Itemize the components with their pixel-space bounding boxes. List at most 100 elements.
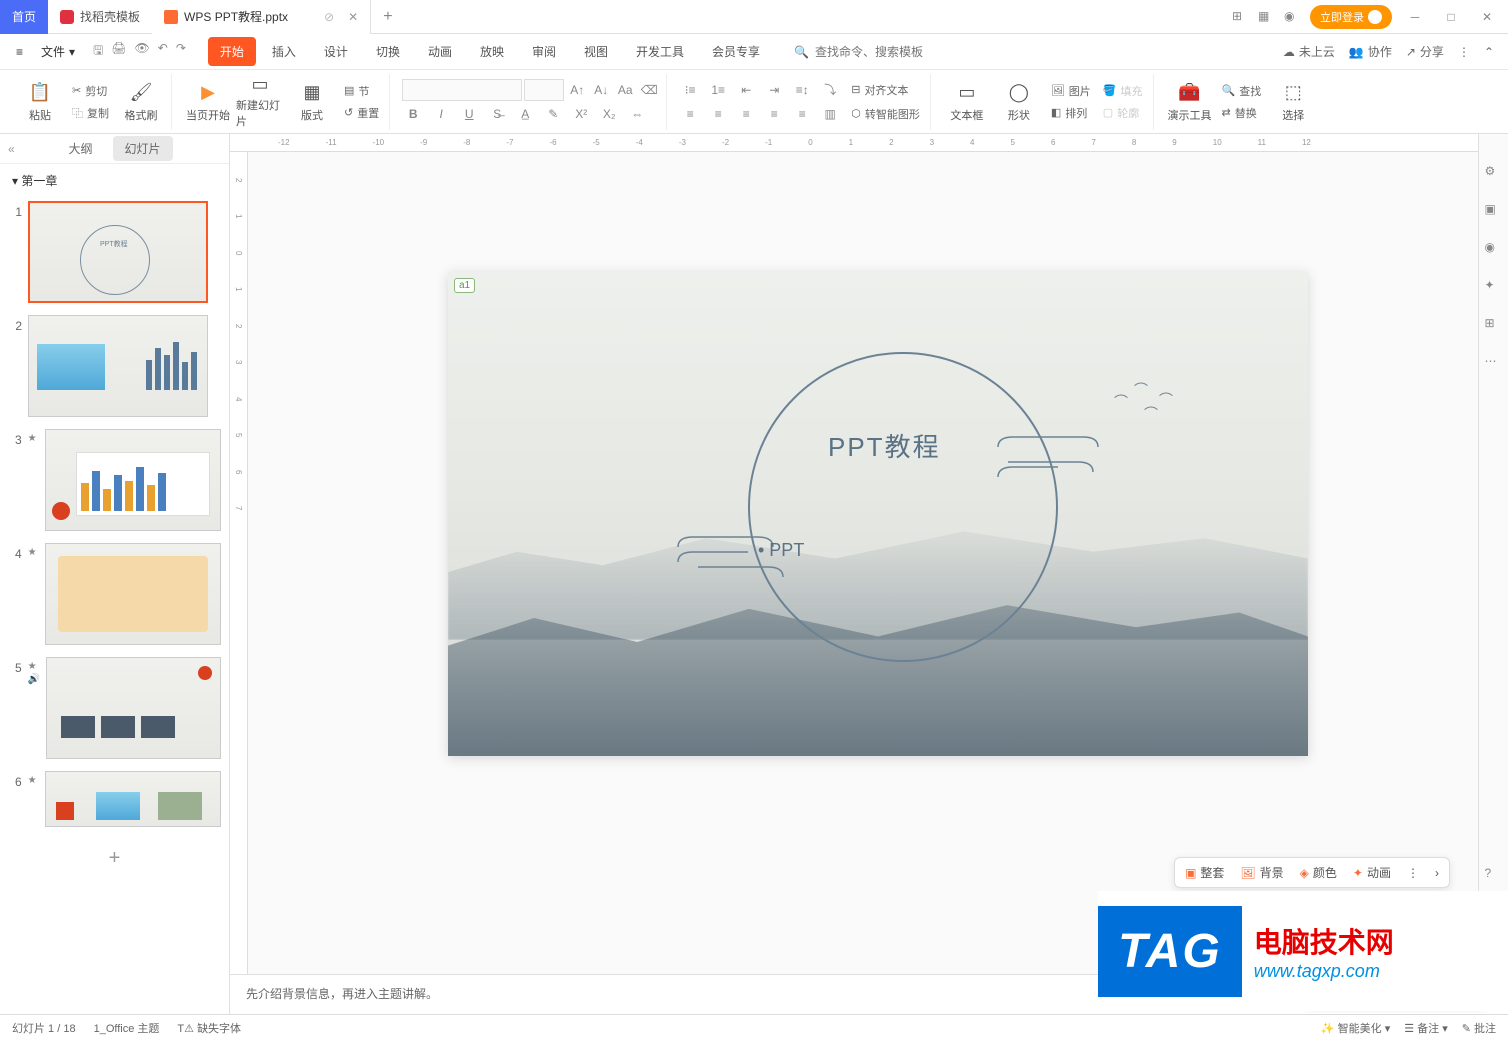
tab-design[interactable]: 设计 — [312, 37, 360, 66]
save-icon[interactable]: 🖫 — [93, 41, 103, 62]
copy-button[interactable]: ⿻复制 — [68, 103, 113, 123]
tab-pin-icon[interactable]: ⊘ — [324, 10, 334, 24]
line-spacing-icon[interactable]: ≡↕ — [791, 79, 813, 101]
share-button[interactable]: ↗ 分享 — [1406, 43, 1444, 60]
strike-icon[interactable]: S̶ — [486, 103, 508, 125]
sections-button[interactable]: ▤节 — [340, 81, 383, 101]
picture-button[interactable]: 🖼图片 — [1047, 81, 1095, 101]
reset-button[interactable]: ↺重置 — [340, 103, 383, 123]
hamburger-icon[interactable]: ≡ — [8, 41, 31, 63]
redo-icon[interactable]: ↷ — [176, 41, 186, 62]
theme-name[interactable]: 1_Office 主题 — [94, 1020, 160, 1036]
next-icon[interactable]: › — [1435, 866, 1439, 880]
beautify-button[interactable]: ✨ 智能美化 ▾ — [1321, 1020, 1390, 1036]
slide-thumb-4[interactable] — [45, 543, 221, 645]
arrange-button[interactable]: ◧排列 — [1047, 103, 1095, 123]
tab-transition[interactable]: 切换 — [364, 37, 412, 66]
textbox-button[interactable]: ▭ 文本框 — [943, 76, 991, 128]
sidebar-ai-icon[interactable]: ✦ — [1485, 278, 1503, 296]
justify-icon[interactable]: ≡ — [763, 103, 785, 125]
undo-icon[interactable]: ↶ — [158, 41, 168, 62]
fill-button[interactable]: 🪣填充 — [1099, 81, 1147, 101]
tab-document[interactable]: WPS PPT教程.pptx ⊘ ✕ — [152, 0, 371, 34]
more-icon[interactable]: ⋮ — [1458, 45, 1470, 59]
add-slide-button[interactable]: + — [8, 839, 221, 878]
tab-home[interactable]: 首页 — [0, 0, 48, 34]
slide-title[interactable]: PPT教程 — [828, 427, 941, 464]
color-button[interactable]: ◈颜色 — [1300, 864, 1337, 881]
tab-close-icon[interactable]: ✕ — [348, 10, 358, 24]
cut-button[interactable]: ✂剪切 — [68, 81, 113, 101]
sidebar-layout-icon[interactable]: ⊞ — [1485, 316, 1503, 334]
spacing-icon[interactable]: ⇔ — [626, 103, 648, 125]
format-painter-button[interactable]: 🖌 格式刷 — [117, 76, 165, 128]
bold-icon[interactable]: B — [402, 103, 424, 125]
columns-icon[interactable]: ▥ — [819, 103, 841, 125]
anim-button[interactable]: ✦动画 — [1353, 864, 1391, 881]
minimize-button[interactable]: ─ — [1402, 4, 1428, 30]
more-options-icon[interactable]: ⋮ — [1407, 866, 1419, 880]
smartart-button[interactable]: ⬡转智能图形 — [847, 103, 924, 125]
change-case-icon[interactable]: Aa — [614, 79, 636, 101]
superscript-icon[interactable]: X² — [570, 103, 592, 125]
collapse-ribbon-icon[interactable]: ⌃ — [1484, 45, 1494, 59]
align-text-button[interactable]: ⊟对齐文本 — [847, 79, 912, 101]
collab-button[interactable]: 👥 协作 — [1349, 43, 1392, 60]
align-center-icon[interactable]: ≡ — [707, 103, 729, 125]
tab-slideshow[interactable]: 放映 — [468, 37, 516, 66]
sidebar-template-icon[interactable]: ▣ — [1485, 202, 1503, 220]
demo-tools-button[interactable]: 🧰 演示工具 — [1166, 76, 1214, 128]
comments-button[interactable]: ✎ 批注 — [1462, 1020, 1496, 1036]
select-button[interactable]: ⬚ 选择 — [1269, 76, 1317, 128]
background-button[interactable]: 🖼背景 — [1240, 864, 1283, 881]
slide-thumb-3[interactable] — [45, 429, 221, 531]
tab-animation[interactable]: 动画 — [416, 37, 464, 66]
paste-button[interactable]: 📋 粘贴 — [16, 76, 64, 128]
tab-review[interactable]: 审阅 — [520, 37, 568, 66]
layout-icon[interactable]: ⊞ — [1232, 9, 1248, 25]
find-button[interactable]: 🔍查找 — [1218, 81, 1266, 101]
outline-button[interactable]: ▢轮廓 — [1099, 103, 1147, 123]
cloud-status[interactable]: ☁ 未上云 — [1283, 43, 1335, 60]
clear-format-icon[interactable]: ⌫ — [638, 79, 660, 101]
from-current-button[interactable]: ▶ 当页开始 — [184, 76, 232, 128]
subscript-icon[interactable]: X₂ — [598, 103, 620, 125]
tab-start[interactable]: 开始 — [208, 37, 256, 66]
close-window-button[interactable]: ✕ — [1474, 4, 1500, 30]
print-icon[interactable]: 🖨 — [111, 41, 126, 62]
comment-badge[interactable]: a1 — [454, 278, 475, 293]
underline-icon[interactable]: U — [458, 103, 480, 125]
tab-member[interactable]: 会员专享 — [700, 37, 772, 66]
indent-inc-icon[interactable]: ⇥ — [763, 79, 785, 101]
slide-thumb-5[interactable] — [46, 657, 221, 759]
indent-dec-icon[interactable]: ⇤ — [735, 79, 757, 101]
layout-button[interactable]: ▦ 版式 — [288, 76, 336, 128]
font-size-input[interactable] — [524, 79, 564, 101]
slides-tab[interactable]: 幻灯片 — [113, 136, 173, 161]
align-right-icon[interactable]: ≡ — [735, 103, 757, 125]
grid-icon[interactable]: ▦ — [1258, 9, 1274, 25]
font-color-icon[interactable]: A̲ — [514, 103, 536, 125]
distribute-icon[interactable]: ≡ — [791, 103, 813, 125]
outline-tab[interactable]: 大纲 — [56, 136, 104, 161]
text-direction-icon[interactable]: ⤵ — [819, 79, 841, 101]
file-menu[interactable]: 文件 ▾ — [33, 39, 83, 64]
numbering-icon[interactable]: 1≡ — [707, 79, 729, 101]
decrease-font-icon[interactable]: A↓ — [590, 79, 612, 101]
slide-thumb-2[interactable] — [28, 315, 208, 417]
increase-font-icon[interactable]: A↑ — [566, 79, 588, 101]
collapse-panel-icon[interactable]: « — [8, 142, 15, 156]
tab-devtools[interactable]: 开发工具 — [624, 37, 696, 66]
highlight-icon[interactable]: ✎ — [542, 103, 564, 125]
outline-section[interactable]: ▾ 第一章 — [0, 164, 229, 197]
replace-button[interactable]: ⇄替换 — [1218, 103, 1266, 123]
italic-icon[interactable]: I — [430, 103, 452, 125]
new-tab-button[interactable]: + — [371, 8, 404, 26]
login-button[interactable]: 立即登录 — [1310, 5, 1392, 29]
thumbnails-list[interactable]: 1 PPT教程 2 3 ★ — [0, 197, 229, 1014]
align-left-icon[interactable]: ≡ — [679, 103, 701, 125]
sidebar-material-icon[interactable]: ◉ — [1485, 240, 1503, 258]
new-slide-button[interactable]: ▭ 新建幻灯片 — [236, 76, 284, 128]
preview-icon[interactable]: 👁 — [135, 41, 150, 62]
skin-icon[interactable]: ◉ — [1284, 9, 1300, 25]
